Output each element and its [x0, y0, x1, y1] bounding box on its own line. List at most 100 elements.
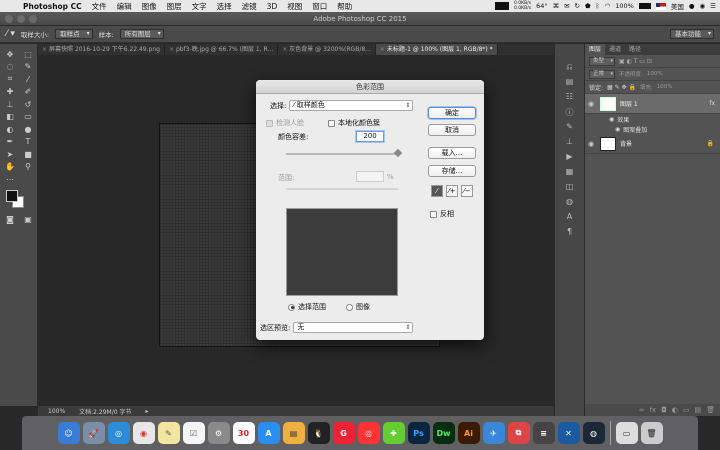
history-brush-tool-icon[interactable]: ↺	[19, 98, 37, 111]
launchpad-icon[interactable]: 🚀	[82, 422, 105, 444]
visibility-eye-icon[interactable]: ◉	[588, 140, 596, 148]
safari-icon[interactable]: ◎	[107, 422, 130, 444]
more-tools-icon[interactable]: ⋯	[1, 173, 19, 186]
input-source[interactable]: 美国	[671, 1, 684, 11]
chrome-icon[interactable]: ◉	[132, 422, 155, 444]
menu-edit[interactable]: 编辑	[112, 1, 137, 12]
notification-icon[interactable]: ☰	[710, 2, 716, 10]
minimize-window-button[interactable]	[17, 15, 25, 23]
load-button[interactable]: 载入...	[428, 147, 476, 159]
swatches-panel-icon[interactable]: ▦	[566, 167, 574, 178]
brush-tool-icon[interactable]: ✐	[19, 86, 37, 99]
sample-size-select[interactable]: 取样点	[55, 29, 93, 39]
close-tab-icon[interactable]: ×	[169, 46, 174, 53]
dodge-tool-icon[interactable]: ●	[19, 123, 37, 136]
preview-icon[interactable]: ▤	[282, 422, 305, 444]
rectangle-tool-icon[interactable]: ■	[19, 148, 37, 161]
eraser-tool-icon[interactable]: ◧	[1, 111, 19, 124]
battery-percent[interactable]: 100%	[615, 2, 634, 10]
gradient-tool-icon[interactable]: ▭	[19, 111, 37, 124]
menu-window[interactable]: 窗口	[307, 1, 332, 12]
link-layers-icon[interactable]: ∞	[639, 406, 645, 414]
user-icon[interactable]: ●	[689, 2, 695, 10]
menu-image[interactable]: 图像	[137, 1, 162, 12]
downloads-stack-icon[interactable]: ▭	[615, 422, 638, 444]
close-window-button[interactable]	[5, 15, 13, 23]
layer-row-background[interactable]: ◉ 背景 🔒	[585, 134, 720, 154]
selection-preview-select[interactable]: 无	[293, 322, 414, 333]
cancel-button[interactable]: 取消	[428, 124, 476, 136]
fuzziness-slider[interactable]	[286, 153, 398, 155]
qq-icon[interactable]: 🐧	[307, 422, 330, 444]
opacity-value[interactable]: 100%	[647, 71, 663, 77]
steam-icon[interactable]: ◍	[582, 422, 605, 444]
blend-mode-select[interactable]: 正常	[589, 69, 616, 79]
blur-tool-icon[interactable]: ◐	[1, 123, 19, 136]
notes-icon[interactable]: ✎	[157, 422, 180, 444]
properties-panel-icon[interactable]: ☷	[566, 92, 573, 103]
zoom-window-button[interactable]	[29, 15, 37, 23]
selection-radio[interactable]	[288, 303, 295, 311]
layer-kind-select[interactable]: 类型	[589, 56, 616, 66]
siri-icon[interactable]: ◉	[700, 2, 706, 10]
illustrator-icon[interactable]: Ai	[457, 422, 480, 444]
localized-row[interactable]: 本地化颜色簇	[328, 118, 380, 128]
lock-icons[interactable]: ▦ ✎ ✥ 🔒	[607, 84, 636, 91]
network-speed[interactable]: 0.0KB/s 0.0KB/s	[514, 1, 531, 11]
status-menu-arrow-icon[interactable]: ▸	[145, 408, 148, 415]
menu-view[interactable]: 视图	[282, 1, 307, 12]
zoom-level[interactable]: 100%	[48, 408, 65, 415]
screen-mode-icon[interactable]: ▣	[19, 214, 37, 227]
fx-icon[interactable]: fx	[709, 100, 720, 107]
adjustment-layer-icon[interactable]: ◐	[672, 406, 678, 414]
pen-tool-icon[interactable]: ✒	[1, 136, 19, 149]
range-slider[interactable]	[286, 188, 398, 190]
airdrop-icon[interactable]: ⌘	[553, 2, 560, 10]
wechat-icon[interactable]: ✉	[564, 2, 569, 10]
quick-select-tool-icon[interactable]: ✎	[19, 61, 37, 74]
clone-stamp-tool-icon[interactable]: ⊥	[1, 98, 19, 111]
filter-icons[interactable]: ▣ ◐ T ▭ ⊡	[619, 58, 652, 65]
path-select-tool-icon[interactable]: ➤	[1, 148, 19, 161]
battery-icon[interactable]	[638, 3, 651, 9]
tab-untitled-1[interactable]: × 未标题-1 @ 100% (图层 1, RGB/8*) *	[375, 44, 498, 55]
invert-row[interactable]: 反相	[430, 209, 454, 219]
brush-panel-icon[interactable]: ✎	[566, 122, 573, 133]
bluetooth-icon[interactable]: ᛒ	[596, 2, 600, 10]
app-store-icon[interactable]: A	[257, 422, 280, 444]
lasso-tool-icon[interactable]: ◌	[1, 61, 19, 74]
photoshop-icon[interactable]: Ps	[407, 422, 430, 444]
eyedropper-icon[interactable]: ⁄	[431, 185, 443, 197]
hand-tool-icon[interactable]: ✋	[1, 161, 19, 174]
visibility-eye-icon[interactable]: ◉	[588, 100, 596, 108]
close-tab-icon[interactable]: ×	[380, 46, 385, 53]
save-button[interactable]: 存储...	[428, 165, 476, 177]
range-input[interactable]	[356, 171, 384, 182]
reminders-icon[interactable]: ☑	[182, 422, 205, 444]
menu-file[interactable]: 文件	[87, 1, 112, 12]
3d-panel-icon[interactable]: ◫	[566, 182, 574, 193]
tab-gray-background[interactable]: × 灰色背景 @ 3200%(RGB/8...	[278, 44, 376, 55]
ok-button[interactable]: 确定	[428, 107, 476, 119]
move-tool-icon[interactable]: ✥	[1, 48, 19, 61]
calendar-icon[interactable]: 30	[232, 422, 255, 444]
menu-select[interactable]: 选择	[212, 1, 237, 12]
effects-row[interactable]: ◉ 效果	[585, 114, 720, 124]
tab-pbf3[interactable]: × pbf3-晚.jpg @ 66.7% (图层 1, R...	[165, 44, 279, 55]
tab-screenshot[interactable]: × 屏幕快照 2016-10-29 下午6.22.49.png	[38, 44, 165, 55]
menu-filter[interactable]: 滤镜	[237, 1, 262, 12]
clone-source-panel-icon[interactable]: ⊥	[566, 137, 573, 148]
workspace-select[interactable]: 基本功能	[670, 29, 714, 39]
subtract-from-sample-icon[interactable]: ⁄−	[461, 185, 473, 197]
history-panel-icon[interactable]: ⎌	[566, 62, 572, 73]
layer-name[interactable]: 背景	[620, 139, 703, 148]
tab-paths[interactable]: 路径	[625, 44, 645, 55]
system-preferences-icon[interactable]: ⚙	[207, 422, 230, 444]
select-dropdown[interactable]: ⁄ 取样颜色	[289, 100, 414, 111]
fuzziness-input[interactable]: 200	[356, 131, 384, 142]
wifi-icon[interactable]: ◠	[605, 2, 611, 10]
character-panel-icon[interactable]: A	[567, 212, 572, 223]
paragraph-panel-icon[interactable]: ¶	[567, 227, 572, 238]
xcode-like-icon[interactable]: ✕	[557, 422, 580, 444]
dreamweaver-icon[interactable]: Dw	[432, 422, 455, 444]
